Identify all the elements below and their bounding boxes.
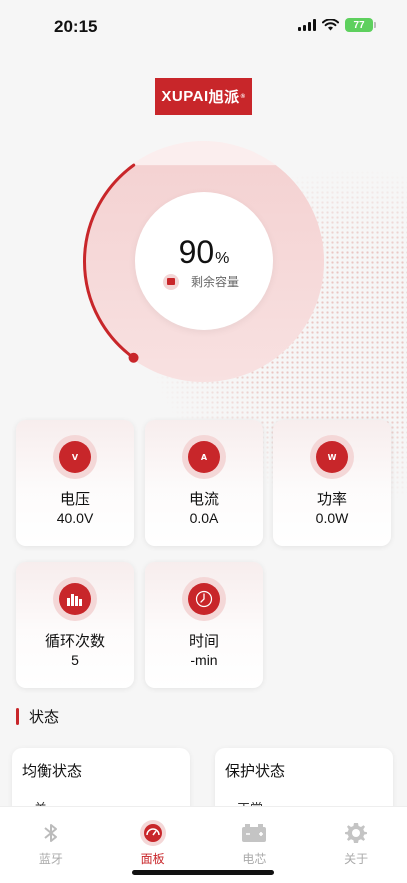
brand-logo: XUPAI 旭派 ® <box>155 78 252 115</box>
tab-panel-label: 面板 <box>140 852 165 866</box>
cycle-count-card[interactable]: 循环次数 5 <box>16 562 134 688</box>
voltage-value: 40.0V <box>56 510 94 526</box>
logo-text-latin: XUPAI <box>161 88 209 105</box>
capacity-label: 剩余容量 <box>191 275 240 289</box>
battery-icon: 77 <box>345 18 376 32</box>
cycle-count-title: 循环次数 <box>44 632 105 650</box>
status-section-label: 状态 <box>29 708 60 726</box>
current-value: 0.0A <box>189 510 219 526</box>
gear-icon <box>342 819 370 847</box>
capacity-unit: % <box>215 250 230 267</box>
wattmeter-icon: W <box>310 435 354 479</box>
capacity-label-row: 剩余容量 <box>163 273 239 290</box>
status-bar: 20:15 77 <box>0 0 407 56</box>
capacity-number: 90 <box>178 234 215 270</box>
time-value: -min <box>190 652 218 668</box>
tab-about[interactable]: 关于 <box>305 807 407 883</box>
protection-status-title: 保护状态 <box>225 762 286 780</box>
voltmeter-icon: V <box>53 435 97 479</box>
logo-registered-mark: ® <box>240 93 246 100</box>
bluetooth-icon <box>37 819 65 847</box>
cycle-count-value: 5 <box>71 652 79 668</box>
status-icons: 77 <box>298 18 376 32</box>
tab-about-label: 关于 <box>344 852 369 866</box>
voltage-title: 电压 <box>59 490 90 508</box>
clock-icon <box>182 577 226 621</box>
cellular-signal-icon <box>298 19 316 31</box>
dashboard-icon <box>139 819 167 847</box>
status-time: 20:15 <box>54 17 98 36</box>
power-card[interactable]: W 功率 0.0W <box>273 420 391 546</box>
time-title: 时间 <box>188 632 219 650</box>
status-section-title: 状态 <box>16 706 59 727</box>
voltage-card[interactable]: V 电压 40.0V <box>16 420 134 546</box>
tab-cells-label: 电芯 <box>242 852 267 866</box>
home-indicator <box>132 870 274 875</box>
tab-bluetooth[interactable]: 蓝牙 <box>0 807 102 883</box>
bar-chart-icon <box>53 577 97 621</box>
power-title: 功率 <box>316 490 347 508</box>
gauge-knob <box>128 352 139 363</box>
current-title: 电流 <box>188 490 219 508</box>
power-value: 0.0W <box>315 510 349 526</box>
balance-status-title: 均衡状态 <box>22 762 83 780</box>
section-accent-bar <box>16 708 19 725</box>
time-card[interactable]: 时间 -min <box>145 562 263 688</box>
logo-text-cn: 旭派 <box>208 89 240 106</box>
current-card[interactable]: A 电流 0.0A <box>145 420 263 546</box>
wifi-icon <box>322 19 339 31</box>
ammeter-icon: A <box>182 435 226 479</box>
tab-bluetooth-label: 蓝牙 <box>38 852 63 866</box>
battery-cell-icon <box>240 819 268 847</box>
capacity-value: 90% <box>135 234 273 271</box>
battery-badge-icon <box>163 273 179 290</box>
